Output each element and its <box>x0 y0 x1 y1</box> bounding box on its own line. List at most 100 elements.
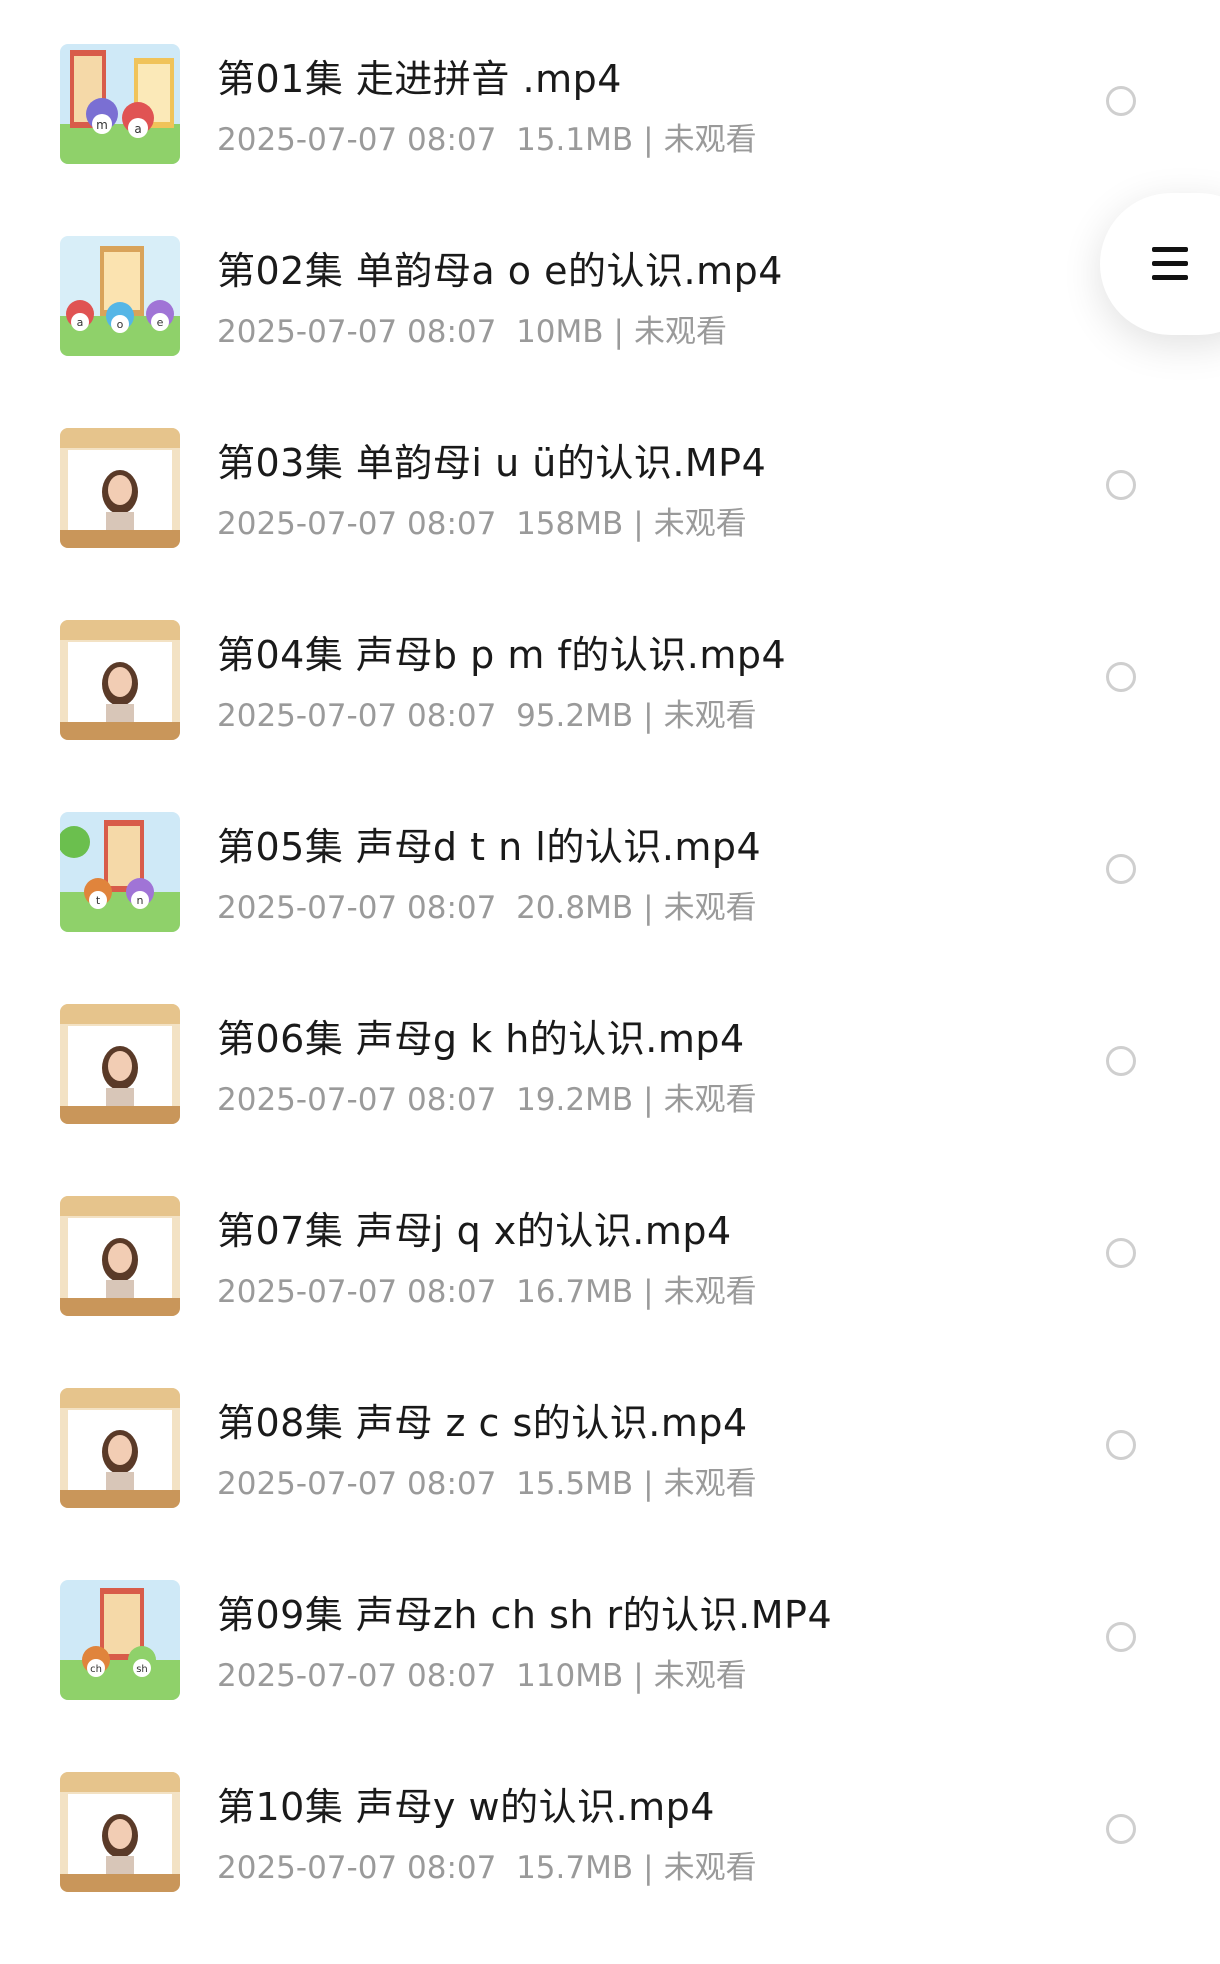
video-size: 95.2MB <box>516 698 634 734</box>
watch-status: 未观看 <box>653 1658 747 1694</box>
video-date: 2025-07-07 08:07 <box>217 890 497 926</box>
video-thumbnail <box>60 428 180 548</box>
svg-text:sh: sh <box>136 1664 148 1675</box>
presenter-thumbnail-image <box>60 1772 180 1892</box>
list-item[interactable]: 第06集 声母g k h的认识.mp4 2025-07-07 08:07 19.… <box>0 1004 1220 1196</box>
video-meta: 2025-07-07 08:07 20.8MB | 未观看 <box>217 882 757 927</box>
list-item[interactable]: 第10集 声母y w的认识.mp4 2025-07-07 08:07 15.7M… <box>0 1772 1220 1964</box>
video-meta: 2025-07-07 08:07 158MB | 未观看 <box>217 498 747 543</box>
watch-status: 未观看 <box>653 506 747 542</box>
svg-text:m: m <box>96 118 108 132</box>
video-title: 第09集 声母zh ch sh r的认识.MP4 <box>217 1593 833 1637</box>
cartoon-thumbnail-image: a o e <box>60 236 180 356</box>
watch-status: 未观看 <box>663 122 757 158</box>
cartoon-thumbnail-image: t n <box>60 812 180 932</box>
video-title: 第06集 声母g k h的认识.mp4 <box>217 1017 745 1061</box>
video-title: 第08集 声母 z c s的认识.mp4 <box>217 1401 748 1445</box>
svg-text:a: a <box>134 122 141 136</box>
list-item[interactable]: a o e 第02集 单韵母a o e的认识.mp4 2025-07-07 08… <box>0 236 1220 428</box>
video-date: 2025-07-07 08:07 <box>217 1082 497 1118</box>
meta-separator: | <box>643 890 654 926</box>
select-radio[interactable] <box>1106 1046 1136 1076</box>
select-radio[interactable] <box>1106 1238 1136 1268</box>
watch-status: 未观看 <box>663 1082 757 1118</box>
select-radio[interactable] <box>1106 1430 1136 1460</box>
video-thumbnail <box>60 1004 180 1124</box>
watch-status: 未观看 <box>634 314 727 350</box>
svg-text:a: a <box>77 316 84 329</box>
video-meta: 2025-07-07 08:07 19.2MB | 未观看 <box>217 1074 757 1119</box>
video-size: 15.5MB <box>516 1466 634 1502</box>
svg-text:n: n <box>137 894 144 907</box>
video-size: 15.1MB <box>516 122 634 158</box>
meta-separator: | <box>633 506 644 542</box>
presenter-thumbnail-image <box>60 620 180 740</box>
video-size: 158MB <box>516 506 624 542</box>
meta-separator: | <box>633 1658 644 1694</box>
video-title: 第01集 走进拼音 .mp4 <box>217 57 622 101</box>
select-radio[interactable] <box>1106 1622 1136 1652</box>
video-size: 15.7MB <box>516 1850 634 1886</box>
svg-text:ch: ch <box>90 1664 102 1675</box>
video-title: 第05集 声母d t n l的认识.mp4 <box>217 825 762 869</box>
list-item[interactable]: ch sh 第09集 声母zh ch sh r的认识.MP4 2025-07-0… <box>0 1580 1220 1772</box>
meta-separator: | <box>643 122 654 158</box>
video-meta: 2025-07-07 08:07 10MB | 未观看 <box>217 306 727 351</box>
video-size: 19.2MB <box>516 1082 634 1118</box>
meta-separator: | <box>643 1850 654 1886</box>
watch-status: 未观看 <box>663 890 757 926</box>
svg-text:t: t <box>96 894 101 907</box>
list-item[interactable]: 第04集 声母b p m f的认识.mp4 2025-07-07 08:07 9… <box>0 620 1220 812</box>
video-title: 第03集 单韵母i u ü的认识.MP4 <box>217 441 767 485</box>
watch-status: 未观看 <box>663 698 757 734</box>
video-date: 2025-07-07 08:07 <box>217 698 497 734</box>
presenter-thumbnail-image <box>60 1004 180 1124</box>
list-item[interactable]: 第07集 声母j q x的认识.mp4 2025-07-07 08:07 16.… <box>0 1196 1220 1388</box>
list-item[interactable]: 第03集 单韵母i u ü的认识.MP4 2025-07-07 08:07 15… <box>0 428 1220 620</box>
list-item[interactable]: m a 第01集 走进拼音 .mp4 2025-07-07 08:07 15.1… <box>0 44 1220 236</box>
select-radio[interactable] <box>1106 662 1136 692</box>
list-item[interactable]: t n 第05集 声母d t n l的认识.mp4 2025-07-07 08:… <box>0 812 1220 1004</box>
video-title: 第07集 声母j q x的认识.mp4 <box>217 1209 732 1253</box>
video-date: 2025-07-07 08:07 <box>217 1274 497 1310</box>
select-radio[interactable] <box>1106 470 1136 500</box>
video-date: 2025-07-07 08:07 <box>217 122 497 158</box>
video-size: 16.7MB <box>516 1274 634 1310</box>
video-meta: 2025-07-07 08:07 16.7MB | 未观看 <box>217 1266 757 1311</box>
select-radio[interactable] <box>1106 1814 1136 1844</box>
video-date: 2025-07-07 08:07 <box>217 1658 497 1694</box>
meta-separator: | <box>613 314 624 350</box>
video-date: 2025-07-07 08:07 <box>217 314 497 350</box>
video-thumbnail <box>60 1772 180 1892</box>
svg-text:e: e <box>157 316 164 329</box>
svg-text:o: o <box>117 318 124 331</box>
video-thumbnail: ch sh <box>60 1580 180 1700</box>
meta-separator: | <box>643 1466 654 1502</box>
video-thumbnail: a o e <box>60 236 180 356</box>
video-title: 第10集 声母y w的认识.mp4 <box>217 1785 715 1829</box>
watch-status: 未观看 <box>663 1274 757 1310</box>
presenter-thumbnail-image <box>60 1388 180 1508</box>
video-size: 110MB <box>516 1658 624 1694</box>
watch-status: 未观看 <box>663 1850 757 1886</box>
video-size: 20.8MB <box>516 890 634 926</box>
meta-separator: | <box>643 698 654 734</box>
video-thumbnail <box>60 1196 180 1316</box>
video-thumbnail <box>60 1388 180 1508</box>
select-radio[interactable] <box>1106 854 1136 884</box>
presenter-thumbnail-image <box>60 428 180 548</box>
video-date: 2025-07-07 08:07 <box>217 506 497 542</box>
watch-status: 未观看 <box>663 1466 757 1502</box>
cartoon-thumbnail-image: ch sh <box>60 1580 180 1700</box>
video-title: 第04集 声母b p m f的认识.mp4 <box>217 633 787 677</box>
list-item[interactable]: 第08集 声母 z c s的认识.mp4 2025-07-07 08:07 15… <box>0 1388 1220 1580</box>
video-size: 10MB <box>516 314 604 350</box>
video-meta: 2025-07-07 08:07 95.2MB | 未观看 <box>217 690 757 735</box>
video-date: 2025-07-07 08:07 <box>217 1850 497 1886</box>
video-thumbnail: m a <box>60 44 180 164</box>
select-radio[interactable] <box>1106 86 1136 116</box>
video-title: 第02集 单韵母a o e的认识.mp4 <box>217 249 783 293</box>
video-meta: 2025-07-07 08:07 110MB | 未观看 <box>217 1650 747 1695</box>
meta-separator: | <box>643 1082 654 1118</box>
video-meta: 2025-07-07 08:07 15.7MB | 未观看 <box>217 1842 757 1887</box>
